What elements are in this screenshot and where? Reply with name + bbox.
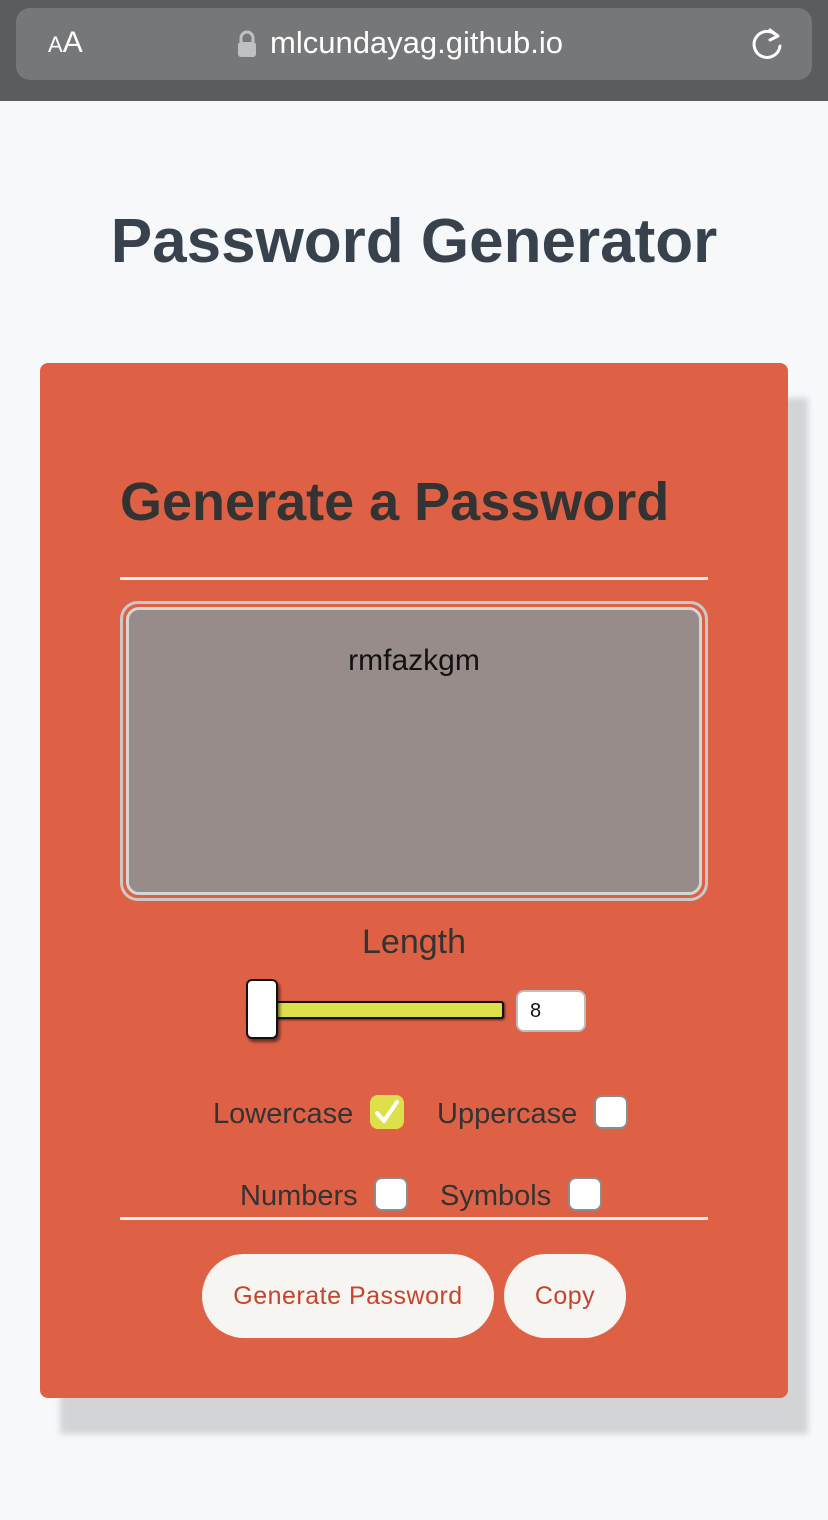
generator-card: Generate a Password rmfazkgm Length 8 Lo… [40, 363, 788, 1398]
generate-password-button[interactable]: Generate Password [202, 1254, 494, 1338]
password-output[interactable]: rmfazkgm [120, 601, 708, 901]
uppercase-label: Uppercase [437, 1098, 578, 1130]
length-slider-thumb[interactable] [246, 979, 278, 1039]
lowercase-label: Lowercase [213, 1098, 354, 1130]
checkmark-icon [375, 1100, 399, 1123]
symbols-label: Symbols [440, 1180, 552, 1212]
card-heading: Generate a Password [120, 472, 670, 532]
symbols-checkbox[interactable] [568, 1177, 602, 1211]
lowercase-checkbox[interactable] [370, 1095, 404, 1129]
length-slider-track[interactable] [246, 1001, 504, 1019]
reload-icon[interactable] [749, 26, 785, 62]
url-text: mlcundayag.github.io [270, 25, 563, 60]
uppercase-checkbox[interactable] [594, 1095, 628, 1129]
address-bar[interactable]: AA mlcundayag.github.io [16, 8, 812, 80]
length-label: Length [362, 923, 466, 961]
password-text: rmfazkgm [126, 607, 702, 895]
divider [120, 1217, 708, 1220]
page-title: Password Generator [110, 207, 718, 276]
divider [120, 577, 708, 580]
browser-toolbar: AA mlcundayag.github.io [0, 0, 828, 101]
numbers-label: Numbers [240, 1180, 358, 1212]
length-number-input[interactable]: 8 [516, 990, 586, 1032]
lock-icon [238, 30, 256, 57]
text-size-button[interactable]: AA [48, 26, 83, 60]
copy-button[interactable]: Copy [504, 1254, 626, 1338]
numbers-checkbox[interactable] [374, 1177, 408, 1211]
